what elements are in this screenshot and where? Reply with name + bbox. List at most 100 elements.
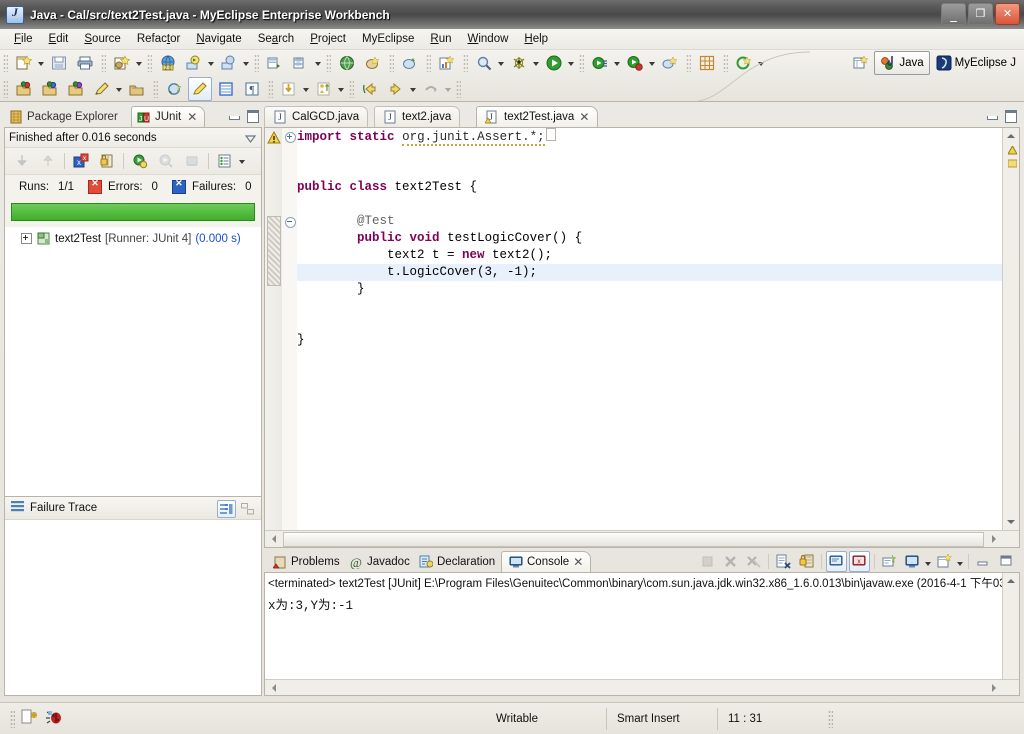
editor-horizontal-scrollbar[interactable] bbox=[265, 530, 1019, 547]
editor-folding-ruler[interactable] bbox=[282, 128, 298, 530]
run-icon-dropdown-arrow[interactable] bbox=[567, 52, 576, 74]
blue-table-icon[interactable] bbox=[214, 77, 238, 101]
remove-all-launches-icon[interactable] bbox=[743, 551, 764, 572]
menu-item-help[interactable]: Help bbox=[516, 31, 556, 47]
new-web-project-icon[interactable] bbox=[110, 51, 134, 75]
terminate-icon[interactable] bbox=[697, 551, 718, 572]
remove-launch-icon[interactable] bbox=[720, 551, 741, 572]
editor-tab-calgcd-java[interactable]: J CalGCD.java bbox=[264, 106, 369, 127]
rerun-test-icon[interactable] bbox=[128, 149, 152, 173]
new-console-view-icon-dropdown-arrow[interactable] bbox=[956, 552, 965, 571]
view-tab-junit[interactable]: J U JUnit ✕ bbox=[131, 106, 206, 127]
console-tab-javadoc[interactable]: @ Javadoc bbox=[342, 551, 417, 572]
editor-hscroll-thumb[interactable] bbox=[283, 532, 984, 547]
forward-yellow-arrow-icon[interactable] bbox=[384, 77, 408, 101]
menu-item-source[interactable]: Source bbox=[76, 31, 128, 47]
highlight-pencil-icon[interactable] bbox=[188, 77, 212, 101]
console-scroll-right-icon[interactable] bbox=[986, 680, 1002, 695]
forward-yellow-arrow-icon-dropdown-arrow[interactable] bbox=[409, 78, 418, 100]
left-view-maximize-icon[interactable] bbox=[245, 108, 260, 123]
run-server-icon-dropdown-arrow[interactable] bbox=[207, 52, 216, 74]
tree-expander-icon[interactable] bbox=[21, 233, 32, 244]
editor-maximize-icon[interactable] bbox=[1003, 108, 1018, 123]
console-tab-console[interactable]: Console ✕ bbox=[501, 551, 592, 572]
open-console-icon[interactable] bbox=[902, 551, 923, 572]
print-icon[interactable] bbox=[73, 51, 97, 75]
scroll-right-arrow-icon[interactable] bbox=[986, 531, 1002, 546]
save-icon[interactable] bbox=[47, 51, 71, 75]
console-vertical-scrollbar[interactable] bbox=[1002, 573, 1019, 679]
run-external-icon[interactable] bbox=[623, 51, 647, 75]
view-tab-close-icon[interactable]: ✕ bbox=[187, 110, 197, 124]
menu-item-refactor[interactable]: Refactor bbox=[129, 31, 188, 47]
editor-overview-ruler[interactable] bbox=[1004, 144, 1019, 180]
editor-tab-close-icon[interactable]: ✕ bbox=[579, 110, 589, 124]
editor-ruler-thumb[interactable] bbox=[267, 216, 281, 286]
open-folder-purple-icon[interactable] bbox=[64, 77, 88, 101]
console-scroll-left-icon[interactable] bbox=[266, 680, 282, 695]
filter-stacktrace-icon[interactable] bbox=[238, 500, 257, 518]
perspective-myeclipse-j[interactable]: MyEclipse J bbox=[930, 51, 1022, 75]
display-selected-console-icon[interactable] bbox=[879, 551, 900, 572]
show-failures-only-icon[interactable]: xx bbox=[69, 149, 93, 173]
person-arrow-icon-dropdown-arrow[interactable] bbox=[337, 78, 346, 100]
run-external-icon-dropdown-arrow[interactable] bbox=[648, 52, 657, 74]
search-icon-dropdown-arrow[interactable] bbox=[497, 52, 506, 74]
debug-icon[interactable] bbox=[507, 51, 531, 75]
new-report-icon[interactable] bbox=[435, 51, 459, 75]
next-failure-icon[interactable] bbox=[10, 149, 34, 173]
stop-icon[interactable] bbox=[180, 149, 204, 173]
editor-tab-text2-java[interactable]: Jtext2.java bbox=[374, 106, 461, 127]
console-scroll-up-icon[interactable] bbox=[1003, 573, 1019, 589]
open-folder-green-icon[interactable] bbox=[12, 77, 36, 101]
console-tab-close-icon[interactable]: ✕ bbox=[573, 555, 583, 569]
deploy-icon[interactable]: 2.0 bbox=[156, 51, 180, 75]
pin-console-icon[interactable]: x bbox=[849, 551, 870, 572]
scroll-up-arrow-icon[interactable] bbox=[1003, 128, 1019, 144]
run-icon[interactable] bbox=[542, 51, 566, 75]
view-menu-chevron-icon[interactable] bbox=[244, 134, 257, 146]
refresh-green-icon-dropdown-arrow[interactable] bbox=[757, 52, 766, 74]
grid-icon[interactable] bbox=[695, 51, 719, 75]
lock-scroll-icon[interactable] bbox=[95, 149, 119, 173]
console-tab-declaration[interactable]: Declaration bbox=[412, 551, 502, 572]
menu-item-project[interactable]: Project bbox=[302, 31, 354, 47]
open-browser-icon[interactable] bbox=[335, 51, 359, 75]
new-wizard-icon[interactable] bbox=[12, 51, 36, 75]
fold-expand-icon[interactable] bbox=[285, 132, 296, 143]
show-console-icon[interactable] bbox=[826, 551, 847, 572]
view-tab-package-explorer[interactable]: Package Explorer bbox=[4, 106, 125, 127]
editor-code-area[interactable]: import static org.junit.Assert.*; public… bbox=[297, 128, 1002, 530]
open-console-icon-dropdown-arrow[interactable] bbox=[924, 552, 933, 571]
new-wizard-icon-dropdown-arrow[interactable] bbox=[37, 52, 46, 74]
console-tab-problems[interactable]: Problems bbox=[266, 551, 347, 572]
open-type-icon[interactable] bbox=[361, 51, 385, 75]
db-explorer-icon[interactable] bbox=[263, 51, 287, 75]
new-web-project-icon-dropdown-arrow[interactable] bbox=[135, 52, 144, 74]
down-arrow-icon-dropdown-arrow[interactable] bbox=[302, 78, 311, 100]
menu-item-navigate[interactable]: Navigate bbox=[188, 31, 249, 47]
clear-console-icon[interactable] bbox=[773, 551, 794, 572]
close-button[interactable]: ✕ bbox=[995, 3, 1020, 25]
open-perspective-icon[interactable] bbox=[849, 51, 873, 75]
menu-item-edit[interactable]: Edit bbox=[41, 31, 77, 47]
stop-server-icon-dropdown-arrow[interactable] bbox=[242, 52, 251, 74]
undo-grey-icon-dropdown-arrow[interactable] bbox=[444, 78, 453, 100]
menu-item-file[interactable]: File bbox=[6, 31, 41, 47]
pilcrow-icon[interactable]: ¶ bbox=[240, 77, 264, 101]
view-menu-icon[interactable] bbox=[213, 149, 237, 173]
scroll-down-arrow-icon[interactable] bbox=[1003, 514, 1019, 530]
debug-icon-dropdown-arrow[interactable] bbox=[532, 52, 541, 74]
refresh-arrow-icon[interactable] bbox=[162, 77, 186, 101]
compare-results-icon[interactable] bbox=[217, 500, 236, 518]
rerun-failed-icon[interactable] bbox=[154, 149, 178, 173]
editor-tab-text2test-java[interactable]: Jtext2Test.java ✕ bbox=[476, 106, 599, 127]
db-browser-icon[interactable] bbox=[289, 51, 313, 75]
run-history-icon-dropdown-arrow[interactable] bbox=[613, 52, 622, 74]
open-package-icon[interactable] bbox=[125, 77, 149, 101]
pencil-edit-icon[interactable] bbox=[90, 77, 114, 101]
editor-marker-ruler[interactable] bbox=[265, 128, 283, 530]
editor-minimize-icon[interactable] bbox=[985, 108, 1000, 122]
new-console-view-icon[interactable] bbox=[934, 551, 955, 572]
run-server-icon[interactable] bbox=[182, 51, 206, 75]
